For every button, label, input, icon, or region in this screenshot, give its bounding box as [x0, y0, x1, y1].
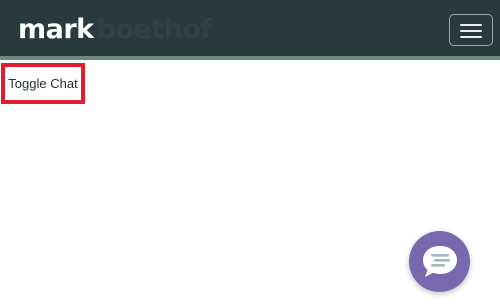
chat-bubble-icon — [423, 246, 457, 277]
navbar-menu-toggle-button[interactable] — [449, 14, 493, 46]
brand-logo[interactable]: mark boethof — [18, 12, 212, 48]
hamburger-menu-icon — [460, 24, 482, 26]
hamburger-menu-icon-bar — [460, 36, 482, 38]
brand-name-primary: mark — [18, 14, 94, 45]
hamburger-menu-icon-bar — [460, 30, 482, 32]
toggle-chat-button[interactable]: Toggle Chat — [1, 63, 85, 104]
chat-launcher-button[interactable] — [409, 231, 470, 292]
brand-name-secondary: boethof — [96, 14, 213, 45]
top-navbar: mark boethof — [0, 0, 500, 60]
